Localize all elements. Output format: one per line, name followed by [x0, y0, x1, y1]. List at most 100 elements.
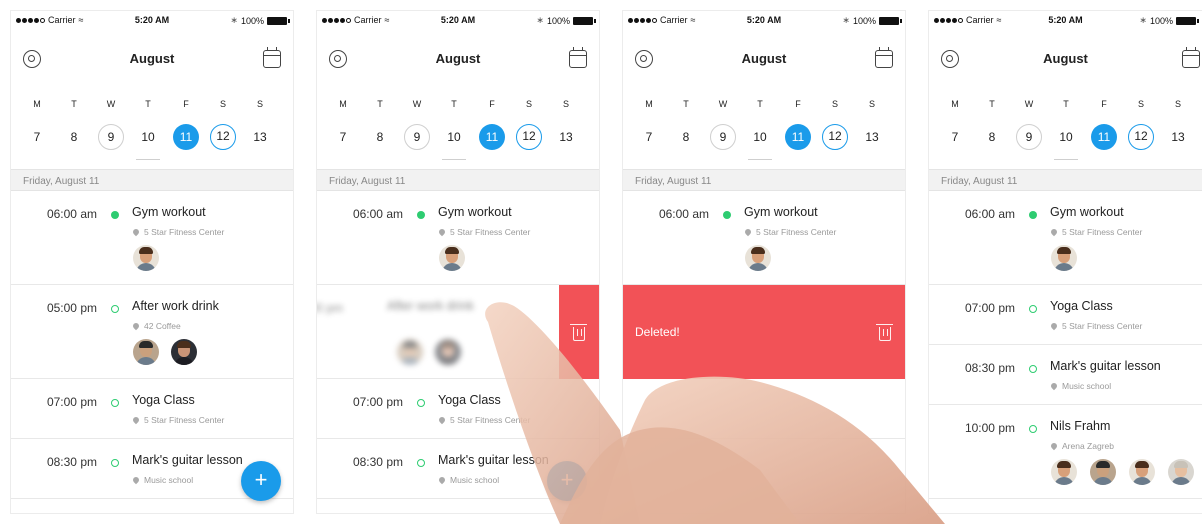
day-number[interactable]: 13: [247, 124, 273, 150]
day-number[interactable]: 9: [710, 124, 736, 150]
day-number[interactable]: 8: [61, 124, 87, 150]
day-number[interactable]: 7: [330, 124, 356, 150]
phone-screen-4: Carrier ≈ 5:20 AM ∗ 100% August M 7 T 8 W 9 T 1…: [928, 10, 1202, 514]
status-bar: Carrier ≈ 5:20 AM ∗ 100%: [623, 11, 905, 31]
event-title: After work drink: [132, 299, 219, 313]
event-title: After work drink: [387, 299, 474, 313]
event-time: 06:00 am: [46, 207, 97, 221]
event-row[interactable]: 10:00 pm Nils Frahm Arena Zagreb: [929, 405, 1202, 499]
event-location: Music school: [1062, 381, 1112, 391]
week-strip: M 7 T 8 W 9 T 10 F 11 S 12 S 13: [636, 99, 894, 159]
avatar[interactable]: [133, 339, 159, 365]
pin-icon: [1049, 381, 1059, 391]
week-strip: M 7 T 8 W 9 T 10 F 11 S 12 S 13: [942, 99, 1200, 159]
event-list: 06:00 am Gym workout 5 Star Fitness Cent…: [623, 191, 905, 439]
event-time: 07:00 pm: [352, 395, 403, 409]
day-number[interactable]: 13: [859, 124, 885, 150]
day-number[interactable]: 8: [979, 124, 1005, 150]
weekday-label: F: [183, 99, 189, 109]
day-number[interactable]: 12: [210, 124, 236, 150]
month-title: August: [435, 51, 481, 66]
avatar[interactable]: [1090, 459, 1116, 485]
empty-row: [623, 379, 905, 439]
weekday-label: T: [1063, 99, 1069, 109]
day-number[interactable]: 12: [516, 124, 542, 150]
avatar[interactable]: [171, 339, 197, 365]
avatar: [435, 339, 461, 365]
day-number[interactable]: 11: [173, 124, 199, 150]
status-dot-icon: [417, 459, 425, 467]
avatar[interactable]: [439, 245, 465, 271]
day-number[interactable]: 10: [441, 124, 467, 150]
event-row[interactable]: 06:00 am Gym workout 5 Star Fitness Cent…: [11, 191, 293, 285]
weekday-label: S: [562, 99, 569, 109]
event-location: 5 Star Fitness Center: [450, 227, 531, 237]
week-indicator: [442, 159, 466, 160]
day-number[interactable]: 11: [1091, 124, 1117, 150]
avatar[interactable]: [745, 245, 771, 271]
calendar-icon[interactable]: [569, 47, 587, 68]
weekday-label: F: [489, 99, 495, 109]
event-row[interactable]: 06:00 am Gym workout 5 Star Fitness Cent…: [929, 191, 1202, 285]
status-bar: Carrier ≈ 5:20 AM ∗ 100%: [11, 11, 293, 31]
day-number[interactable]: 7: [24, 124, 50, 150]
day-number[interactable]: 8: [367, 124, 393, 150]
app-header: August: [317, 41, 599, 77]
event-row[interactable]: 06:00 am Gym workout 5 Star Fitness Cent…: [317, 191, 599, 285]
event-row[interactable]: 08:30 pm Mark's guitar lesson Music scho…: [929, 345, 1202, 405]
calendar-icon[interactable]: [875, 47, 893, 68]
status-dot-icon: [111, 459, 119, 467]
delete-button[interactable]: [559, 285, 599, 379]
bluetooth-icon: ∗: [536, 15, 544, 25]
event-row[interactable]: 07:00 pm Yoga Class 5 Star Fitness Cente…: [929, 285, 1202, 345]
day-number[interactable]: 11: [479, 124, 505, 150]
day-number[interactable]: 10: [135, 124, 161, 150]
day-number[interactable]: 9: [1016, 124, 1042, 150]
weekday-label: S: [868, 99, 875, 109]
day-number[interactable]: 13: [1165, 124, 1191, 150]
avatar[interactable]: [1051, 459, 1077, 485]
add-event-button[interactable]: +: [547, 461, 587, 501]
bluetooth-icon: ∗: [230, 15, 238, 25]
day-number[interactable]: 12: [822, 124, 848, 150]
event-row[interactable]: 05:00 pm After work drink 42 Coffee: [11, 285, 293, 379]
swiping-event-row[interactable]: 05:00 pm After work drink: [317, 285, 599, 379]
avatar[interactable]: [133, 245, 159, 271]
day-number[interactable]: 13: [553, 124, 579, 150]
bluetooth-icon: ∗: [842, 15, 850, 25]
day-number[interactable]: 11: [785, 124, 811, 150]
day-number[interactable]: 9: [98, 124, 124, 150]
event-title: Gym workout: [1050, 205, 1124, 219]
calendar-icon[interactable]: [263, 47, 281, 68]
status-dot-icon: [111, 399, 119, 407]
avatar[interactable]: [1051, 245, 1077, 271]
day-number[interactable]: 7: [636, 124, 662, 150]
status-dot-icon: [1029, 365, 1037, 373]
deleted-label: Deleted!: [635, 325, 680, 339]
day-number[interactable]: 8: [673, 124, 699, 150]
app-header: August: [623, 41, 905, 77]
day-number[interactable]: 7: [942, 124, 968, 150]
event-row[interactable]: 07:00 pm Yoga Class 5 Star Fitness Cente…: [317, 379, 599, 439]
trash-icon: [876, 324, 893, 341]
event-location: 5 Star Fitness Center: [1062, 227, 1143, 237]
deleted-banner: Deleted!: [623, 285, 905, 379]
app-header: August: [929, 41, 1202, 77]
event-time: 08:30 pm: [964, 361, 1015, 375]
avatar[interactable]: [1168, 459, 1194, 485]
add-event-button[interactable]: +: [241, 461, 281, 501]
day-number[interactable]: 10: [747, 124, 773, 150]
event-row[interactable]: 07:00 pm Yoga Class 5 Star Fitness Cente…: [11, 379, 293, 439]
day-number[interactable]: 12: [1128, 124, 1154, 150]
event-row[interactable]: 06:00 am Gym workout 5 Star Fitness Cent…: [623, 191, 905, 285]
week-indicator: [136, 159, 160, 160]
status-dot-icon: [417, 211, 425, 219]
day-number[interactable]: 10: [1053, 124, 1079, 150]
weekday-label: T: [377, 99, 383, 109]
event-location: 5 Star Fitness Center: [144, 415, 225, 425]
calendar-icon[interactable]: [1182, 47, 1200, 68]
battery-percent: 100%: [546, 15, 570, 26]
day-number[interactable]: 9: [404, 124, 430, 150]
avatar[interactable]: [1129, 459, 1155, 485]
event-title: Gym workout: [438, 205, 512, 219]
